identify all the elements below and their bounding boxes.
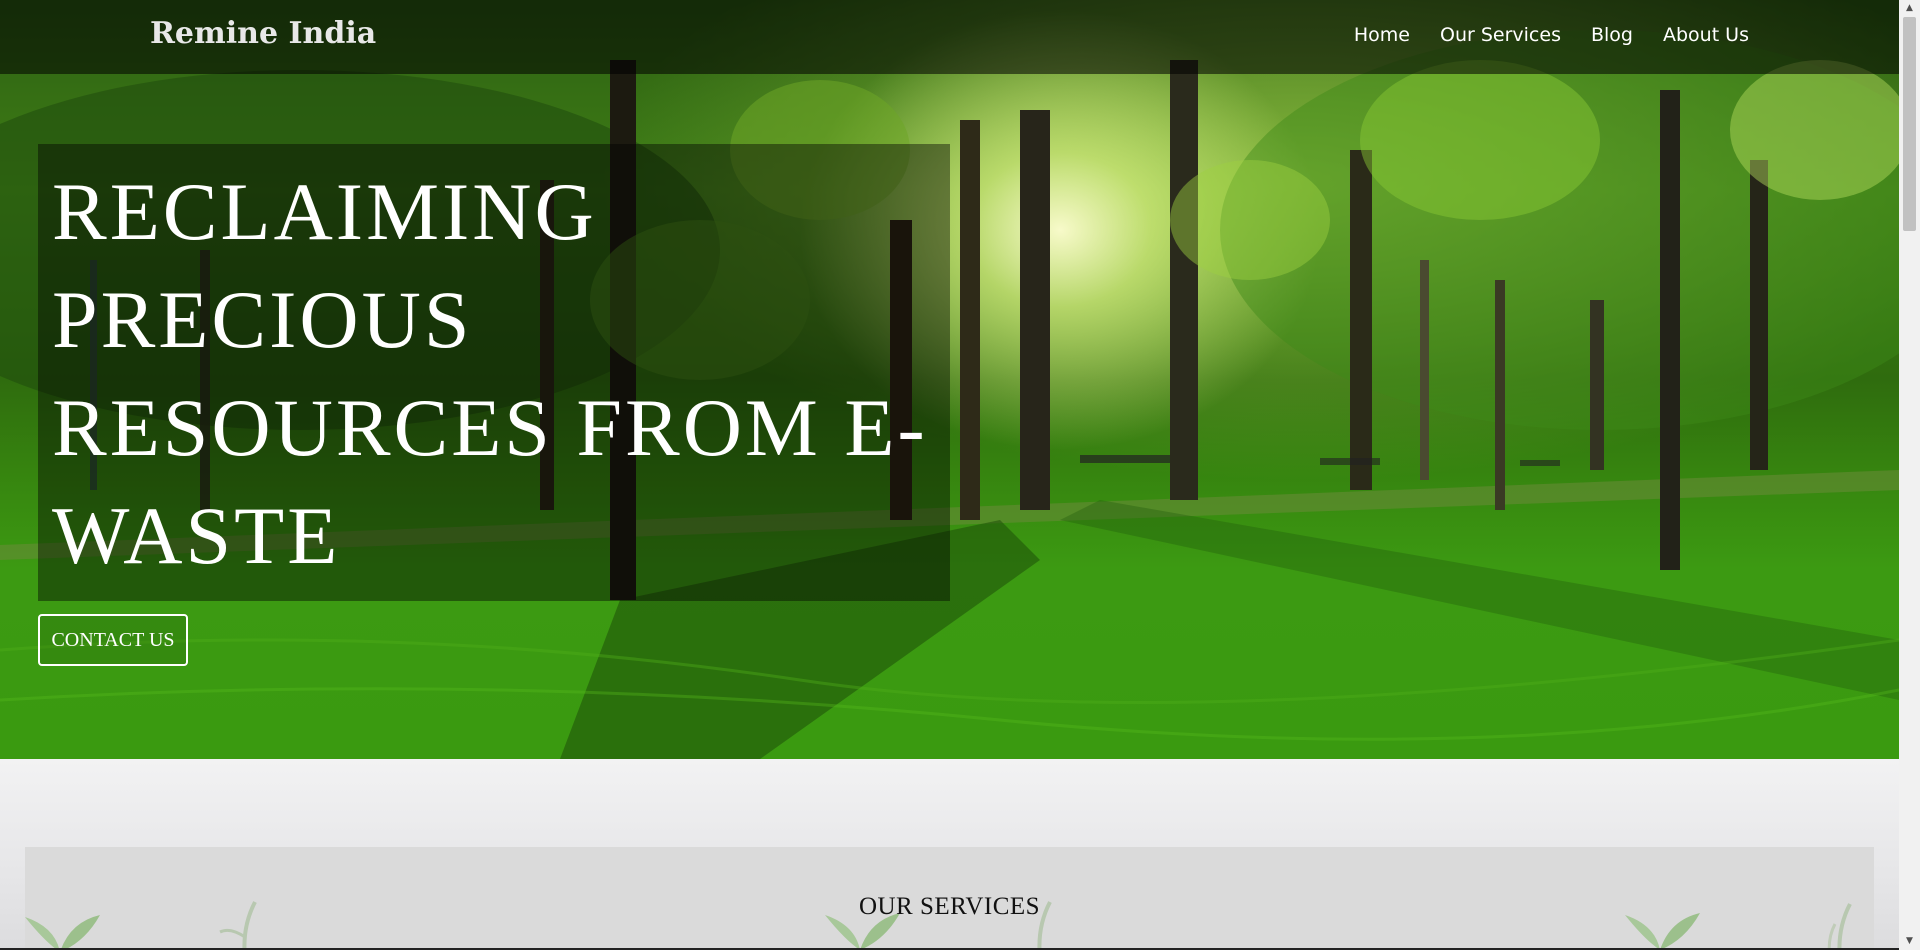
services-section: OUR SERVICES (0, 759, 1899, 950)
page: Remine India Home Our Services Blog Abou… (0, 0, 1920, 950)
contact-us-button[interactable]: CONTACT US (38, 614, 188, 666)
nav-link-about-us[interactable]: About Us (1663, 24, 1749, 46)
scrollbar-thumb[interactable] (1903, 17, 1916, 231)
top-navbar: Remine India Home Our Services Blog Abou… (0, 0, 1899, 74)
hero-headline-box: RECLAIMING PRECIOUS RESOURCES FROM E-WAS… (38, 144, 950, 601)
nav-link-home[interactable]: Home (1354, 24, 1410, 46)
brand-logo[interactable]: Remine India (150, 16, 376, 51)
services-panel: OUR SERVICES (25, 847, 1874, 950)
services-title: OUR SERVICES (858, 893, 1041, 920)
nav-links: Home Our Services Blog About Us (1354, 24, 1749, 46)
hero-headline: RECLAIMING PRECIOUS RESOURCES FROM E-WAS… (52, 166, 928, 581)
scroll-down-arrow-icon[interactable]: ▼ (1899, 933, 1920, 950)
nav-link-our-services[interactable]: Our Services (1440, 24, 1561, 46)
vertical-scrollbar[interactable]: ▲ ▼ (1899, 0, 1920, 950)
scroll-up-arrow-icon[interactable]: ▲ (1899, 0, 1920, 17)
nav-link-blog[interactable]: Blog (1591, 24, 1633, 46)
